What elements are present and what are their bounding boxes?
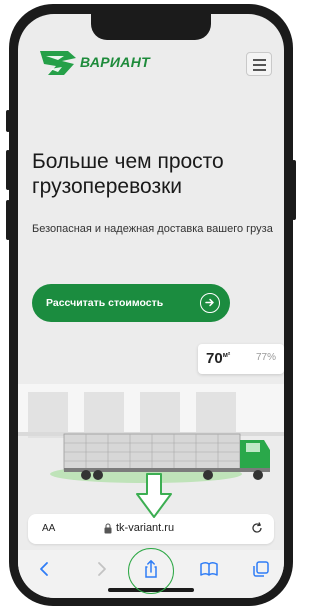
menu-icon [253, 59, 266, 61]
area-percent: 77% [256, 352, 277, 363]
calculate-cost-button[interactable]: Рассчитать стоимость [32, 284, 230, 322]
down-arrow-icon [136, 473, 172, 518]
side-button [292, 160, 296, 220]
area-stat-card: 70м² 77% [198, 344, 284, 374]
text-size-button[interactable]: AA [42, 523, 55, 534]
side-button [6, 110, 10, 132]
logo-icon[interactable] [38, 48, 78, 78]
brand-name[interactable]: ВАРИАНТ [80, 54, 150, 70]
area-value: 70м² [206, 350, 231, 367]
side-button [6, 200, 10, 240]
lock-icon [104, 523, 112, 534]
warehouse-truck-illustration [18, 384, 284, 483]
menu-icon-bar [253, 69, 266, 71]
phone-screen: ВАРИАНТ Больше чем просто грузоперевозки… [18, 14, 284, 598]
side-button [6, 150, 10, 190]
menu-button[interactable] [246, 52, 272, 76]
back-icon[interactable] [34, 558, 56, 580]
url-text[interactable]: tk-variant.ru [116, 522, 174, 534]
bookmarks-icon[interactable] [198, 558, 220, 580]
arrow-right-icon [200, 293, 220, 313]
share-highlight-ring [128, 548, 174, 594]
page-title: Больше чем просто грузоперевозки [32, 150, 224, 198]
site-header: ВАРИАНТ [18, 40, 284, 86]
notch [91, 14, 211, 40]
menu-icon-bar [253, 64, 266, 66]
page-subtitle: Безопасная и надежная доставка вашего гр… [32, 223, 273, 235]
forward-icon[interactable] [90, 558, 112, 580]
tabs-icon[interactable] [250, 558, 272, 580]
cta-label: Рассчитать стоимость [46, 297, 164, 309]
reload-icon[interactable] [250, 521, 264, 535]
